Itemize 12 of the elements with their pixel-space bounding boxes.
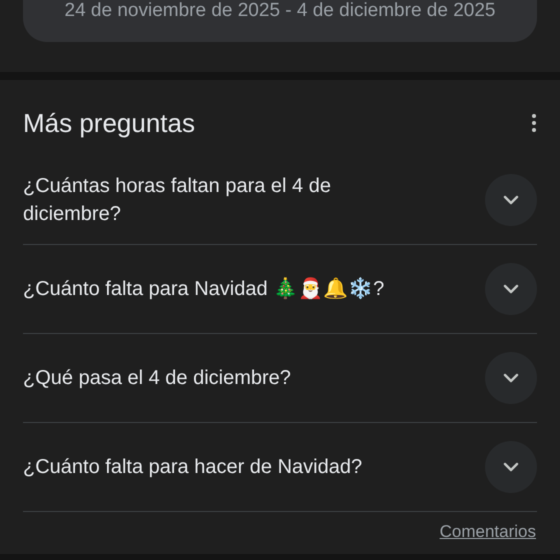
chevron-icon: [502, 194, 520, 206]
feedback-link[interactable]: Comentarios: [440, 522, 536, 554]
question-text[interactable]: ¿Cuánto falta para hacer de Navidad?: [23, 453, 362, 481]
date-range: 24 de noviembre de 2025 - 4 de diciembre de 2025: [64, 0, 496, 22]
chevron-icon: [502, 372, 520, 384]
question-text[interactable]: ¿Cuánto falta para Navidad 🎄🎅🔔❄?: [23, 275, 384, 303]
chevron-icon: [502, 461, 520, 473]
question-text[interactable]: ¿Qué pasa el 4 de diciembre?: [23, 364, 291, 392]
question-text[interactable]: ¿Cuántas horas faltan para el 4 de diciembre?: [23, 172, 403, 228]
more-menu-icon[interactable]: [531, 113, 537, 133]
section-title: Más preguntas: [23, 108, 195, 138]
chevron-icon: [502, 283, 520, 295]
